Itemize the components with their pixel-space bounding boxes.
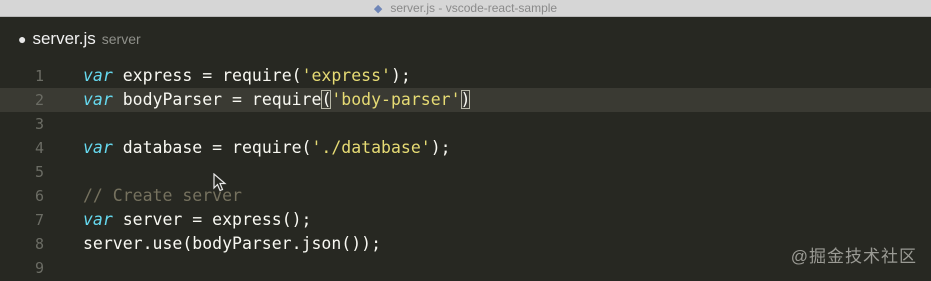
- line-number: 7: [34, 211, 44, 229]
- code-line[interactable]: 1 var express = require('express');: [0, 64, 931, 88]
- code-text: var server = express();: [83, 208, 312, 232]
- code-token: express = require(: [112, 66, 302, 85]
- window-title: server.js - vscode-react-sample: [390, 1, 558, 15]
- tab-folder: server: [101, 31, 141, 47]
- mouse-cursor-icon: [213, 173, 227, 192]
- code-token: server.use(bodyParser.json());: [83, 234, 382, 253]
- line-number: 2: [34, 91, 44, 109]
- tab-bar: ● server.js server: [0, 17, 931, 61]
- unsaved-dot-icon: ●: [18, 31, 27, 47]
- tab-server-js[interactable]: ● server.js server: [0, 29, 141, 49]
- code-token: var: [83, 66, 113, 85]
- code-text: var database = require('./database');: [83, 136, 451, 160]
- code-text: server.use(bodyParser.json());: [83, 232, 381, 256]
- code-line[interactable]: 4 var database = require('./database');: [0, 136, 931, 160]
- code-token: 'express': [301, 66, 391, 85]
- line-number: 5: [34, 163, 44, 181]
- code-line[interactable]: 7 var server = express();: [0, 208, 931, 232]
- code-token: var: [83, 138, 113, 157]
- window-titlebar: ◆ server.js - vscode-react-sample: [0, 0, 931, 17]
- code-line[interactable]: 5: [0, 160, 931, 184]
- line-number: 9: [34, 259, 44, 277]
- code-token: );: [430, 138, 451, 157]
- matched-bracket: ): [460, 90, 471, 109]
- tab-filename: server.js: [32, 29, 96, 48]
- code-token: './database': [311, 138, 431, 157]
- line-number: 4: [34, 139, 44, 157]
- code-token: server = express();: [112, 210, 312, 229]
- line-number: 3: [34, 115, 44, 133]
- code-text: var bodyParser = require('body-parser'): [83, 88, 471, 112]
- code-line[interactable]: 6// Create server: [0, 184, 931, 208]
- code-line[interactable]: 2 var bodyParser = require('body-parser'): [0, 88, 931, 112]
- line-number: 8: [34, 235, 44, 253]
- watermark: @掘金技术社区: [790, 247, 917, 266]
- line-number: 1: [34, 67, 44, 85]
- code-token: var: [83, 90, 113, 109]
- code-token: 'body-parser': [331, 90, 461, 109]
- code-token: database = require(: [112, 138, 312, 157]
- code-token: bodyParser = require: [112, 90, 322, 109]
- line-number: 6: [34, 187, 44, 205]
- code-text: var express = require('express');: [83, 64, 411, 88]
- code-token: var: [83, 210, 113, 229]
- file-icon: ◆: [373, 2, 383, 15]
- matched-bracket: (: [321, 90, 332, 109]
- code-token: );: [390, 66, 411, 85]
- code-line[interactable]: 3: [0, 112, 931, 136]
